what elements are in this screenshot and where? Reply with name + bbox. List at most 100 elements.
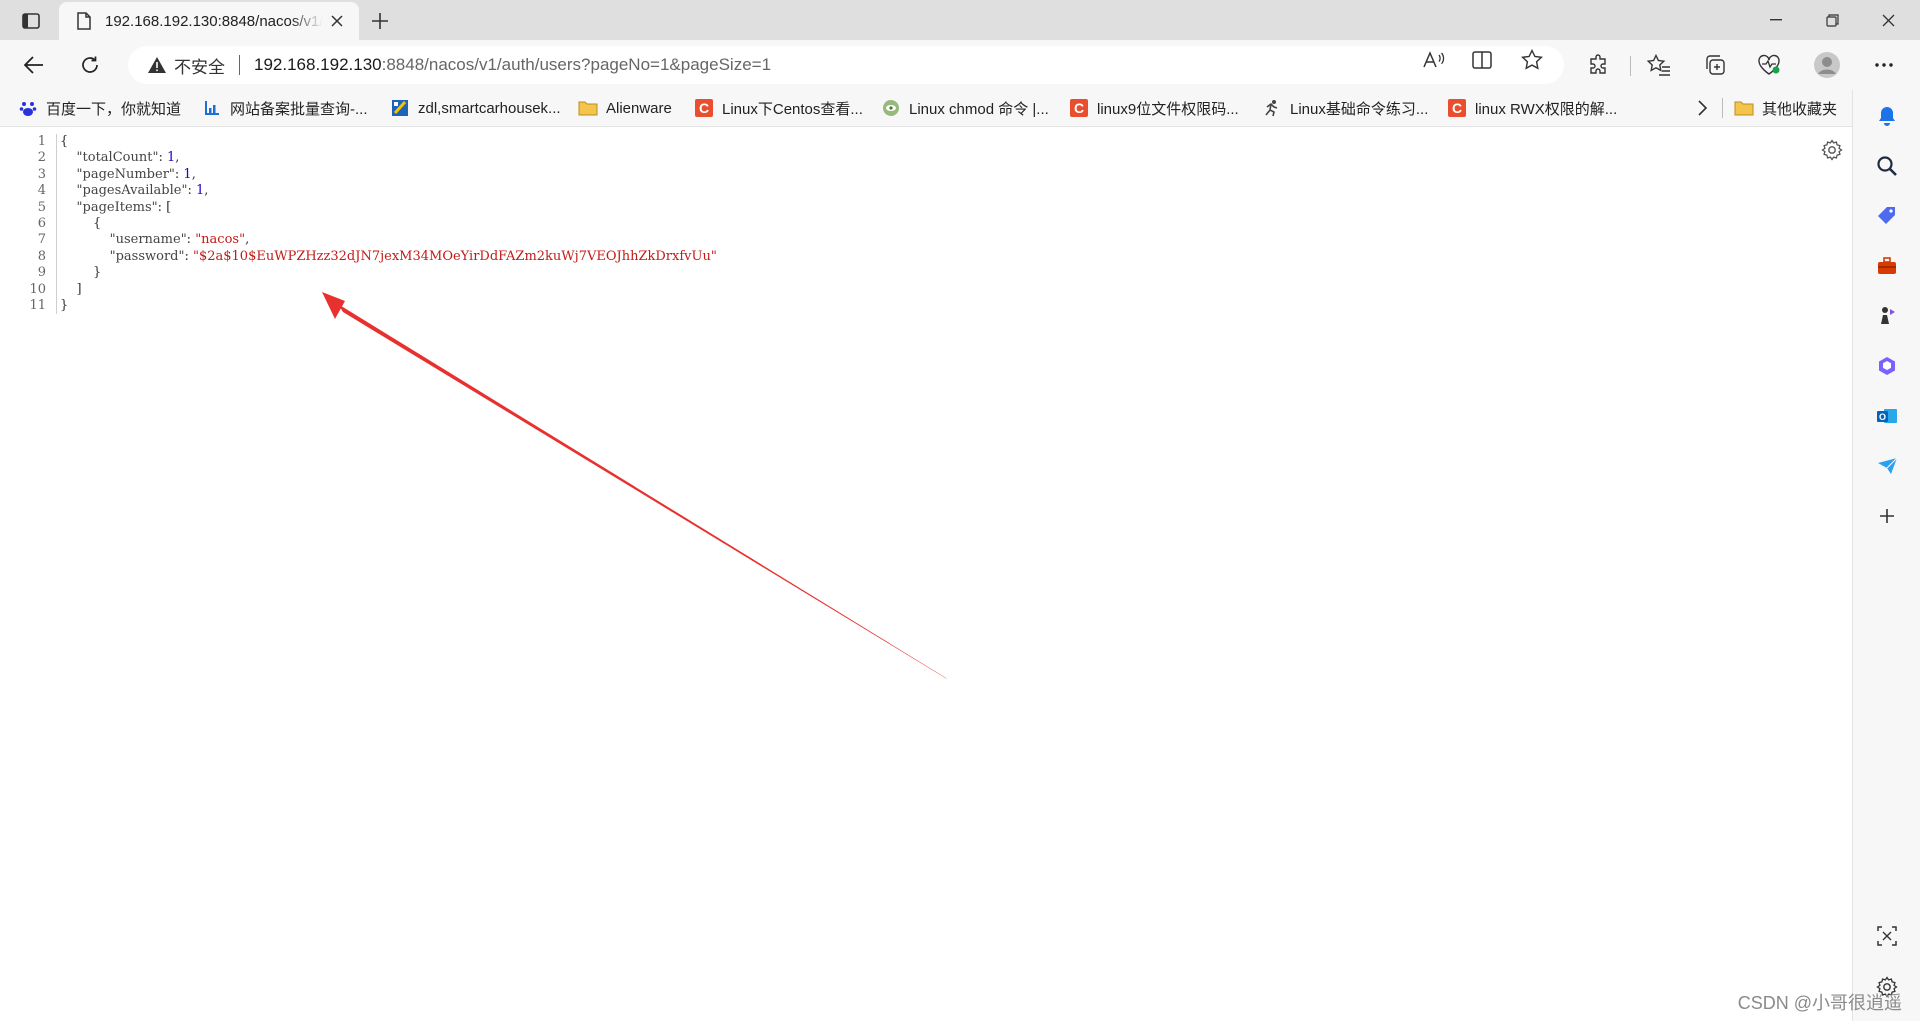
favorites-bar: 百度一下，你就知道 网站备案批量查询-... zdl,smartcarhouse… — [0, 90, 1920, 127]
annotation-arrow — [322, 292, 947, 679]
folder-icon — [1734, 98, 1754, 118]
favorite-rwx[interactable]: C linux RWX权限的解... — [1447, 96, 1617, 120]
runoob-icon — [881, 98, 901, 118]
sidebar-tools[interactable] — [1870, 249, 1904, 283]
read-aloud-icon[interactable] — [1421, 47, 1447, 73]
favorite-linux-basics[interactable]: Linux基础命令练习... — [1262, 96, 1428, 120]
tab-actions-button[interactable] — [14, 8, 48, 34]
sidebar-games[interactable] — [1870, 299, 1904, 333]
puzzle-icon — [1590, 54, 1606, 74]
favorite-label: zdl,smartcarhousek... — [418, 99, 561, 117]
other-favorites-folder[interactable]: 其他收藏夹 — [1734, 96, 1837, 120]
svg-text:C: C — [699, 100, 709, 116]
outlook-icon: O — [1877, 409, 1897, 423]
runner-icon — [1262, 98, 1282, 118]
page-content: 1 2 3 4 5 6 7 8 9 10 11 { "totalCount": … — [0, 127, 1851, 1021]
bell-icon — [1879, 107, 1895, 126]
favorite-beian[interactable]: 网站备案批量查询-... — [202, 96, 368, 120]
gear-icon — [1821, 139, 1843, 161]
sidebar-notifications[interactable] — [1870, 99, 1904, 133]
favorite-centos[interactable]: C Linux下Centos查看... — [694, 96, 863, 120]
toolbar: 不安全 192.168.192.130:8848/nacos/v1/auth/u… — [0, 40, 1920, 90]
back-button[interactable] — [16, 47, 52, 83]
favorite-label: Linux下Centos查看... — [722, 100, 863, 118]
warning-icon[interactable] — [146, 54, 168, 76]
favorites-star-list-icon — [1647, 54, 1670, 76]
profile-button[interactable] — [1809, 47, 1845, 83]
chevron-right-icon — [1698, 100, 1707, 116]
minimize-icon — [1770, 19, 1782, 21]
minimize-button[interactable] — [1746, 0, 1806, 40]
favorites-divider — [1722, 98, 1723, 118]
sidebar-shopping[interactable] — [1870, 199, 1904, 233]
image-icon — [390, 98, 410, 118]
favorite-label: linux9位文件权限码... — [1097, 100, 1239, 118]
bar-chart-icon — [202, 98, 222, 118]
favorite-alienware-folder[interactable]: Alienware — [578, 96, 672, 120]
favorite-label: 百度一下，你就知道 — [46, 100, 182, 118]
json-viewer-settings-button[interactable] — [1820, 138, 1844, 162]
address-bar[interactable]: 不安全 192.168.192.130:8848/nacos/v1/auth/u… — [128, 46, 1564, 84]
collections-button[interactable] — [1697, 47, 1733, 83]
sidebar-drop[interactable] — [1870, 449, 1904, 483]
price-tag-icon — [1878, 207, 1895, 224]
favorite-chmod[interactable]: Linux chmod 命令 |... — [881, 96, 1049, 120]
search-icon — [1877, 156, 1897, 176]
svg-text:C: C — [1452, 100, 1462, 116]
url-text[interactable]: 192.168.192.130:8848/nacos/v1/auth/users… — [254, 55, 771, 75]
new-tab-button[interactable] — [366, 7, 394, 35]
refresh-icon — [82, 56, 98, 73]
plus-icon — [1880, 509, 1894, 523]
favorites-button[interactable] — [1641, 47, 1677, 83]
paper-plane-icon — [1878, 457, 1898, 474]
ellipsis-icon — [1875, 63, 1893, 67]
page-icon — [73, 10, 95, 32]
extensions-button[interactable] — [1581, 47, 1617, 83]
plus-icon — [372, 13, 388, 29]
csdn-c-icon: C — [694, 98, 714, 118]
csdn-c-icon: C — [1069, 98, 1089, 118]
edge-sidebar: O — [1852, 90, 1920, 1021]
tab-actions-icon — [22, 13, 40, 29]
toolbox-icon — [1878, 257, 1896, 274]
favorite-permissions[interactable]: C linux9位文件权限码... — [1069, 96, 1239, 120]
security-label[interactable]: 不安全 — [174, 53, 225, 78]
browser-essentials-button[interactable] — [1751, 47, 1787, 83]
refresh-button[interactable] — [72, 47, 108, 83]
close-icon — [1882, 14, 1894, 26]
collections-icon — [1706, 55, 1725, 75]
url-host: 192.168.192.130 — [254, 55, 382, 74]
active-tab[interactable]: 192.168.192.130:8848/nacos/v1/auth/users… — [59, 2, 359, 40]
favorite-zdl[interactable]: zdl,smartcarhousek... — [390, 96, 561, 120]
restore-icon — [1825, 13, 1839, 27]
screenshot-icon — [1877, 926, 1897, 946]
sidebar-microsoft-365[interactable] — [1870, 349, 1904, 383]
tab-strip: 192.168.192.130:8848/nacos/v1/auth/users… — [0, 0, 1920, 40]
tab-title: 192.168.192.130:8848/nacos/v1/auth/users… — [105, 12, 323, 30]
csdn-watermark: CSDN @小哥很逍遥 — [1737, 993, 1902, 1013]
sidebar-outlook[interactable]: O — [1870, 399, 1904, 433]
folder-icon — [578, 98, 598, 118]
add-favorite-star-icon[interactable] — [1519, 47, 1545, 73]
restore-button[interactable] — [1802, 0, 1862, 40]
favorite-label: Linux基础命令练习... — [1290, 100, 1429, 118]
office-icon — [1879, 357, 1895, 375]
close-tab-icon[interactable] — [327, 11, 347, 31]
more-favorites-button[interactable] — [1690, 96, 1714, 120]
url-path: :8848/nacos/v1/auth/users?pageNo=1&pageS… — [381, 55, 772, 74]
close-window-button[interactable] — [1858, 0, 1918, 40]
svg-text:O: O — [1879, 412, 1886, 422]
sidebar-screenshot[interactable] — [1870, 919, 1904, 953]
avatar-icon — [1814, 52, 1840, 78]
favorite-label: 网站备案批量查询-... — [230, 100, 368, 118]
split-screen-icon[interactable] — [1469, 47, 1495, 73]
favorite-label: linux RWX权限的解... — [1475, 100, 1618, 118]
favorite-baidu[interactable]: 百度一下，你就知道 — [18, 96, 181, 120]
csdn-c-icon: C — [1447, 98, 1467, 118]
sidebar-search[interactable] — [1870, 149, 1904, 183]
more-options-button[interactable] — [1866, 47, 1902, 83]
sidebar-add-button[interactable] — [1870, 499, 1904, 533]
chess-piece-icon — [1881, 307, 1895, 324]
other-favorites-label: 其他收藏夹 — [1762, 100, 1838, 118]
back-arrow-icon — [24, 56, 43, 74]
